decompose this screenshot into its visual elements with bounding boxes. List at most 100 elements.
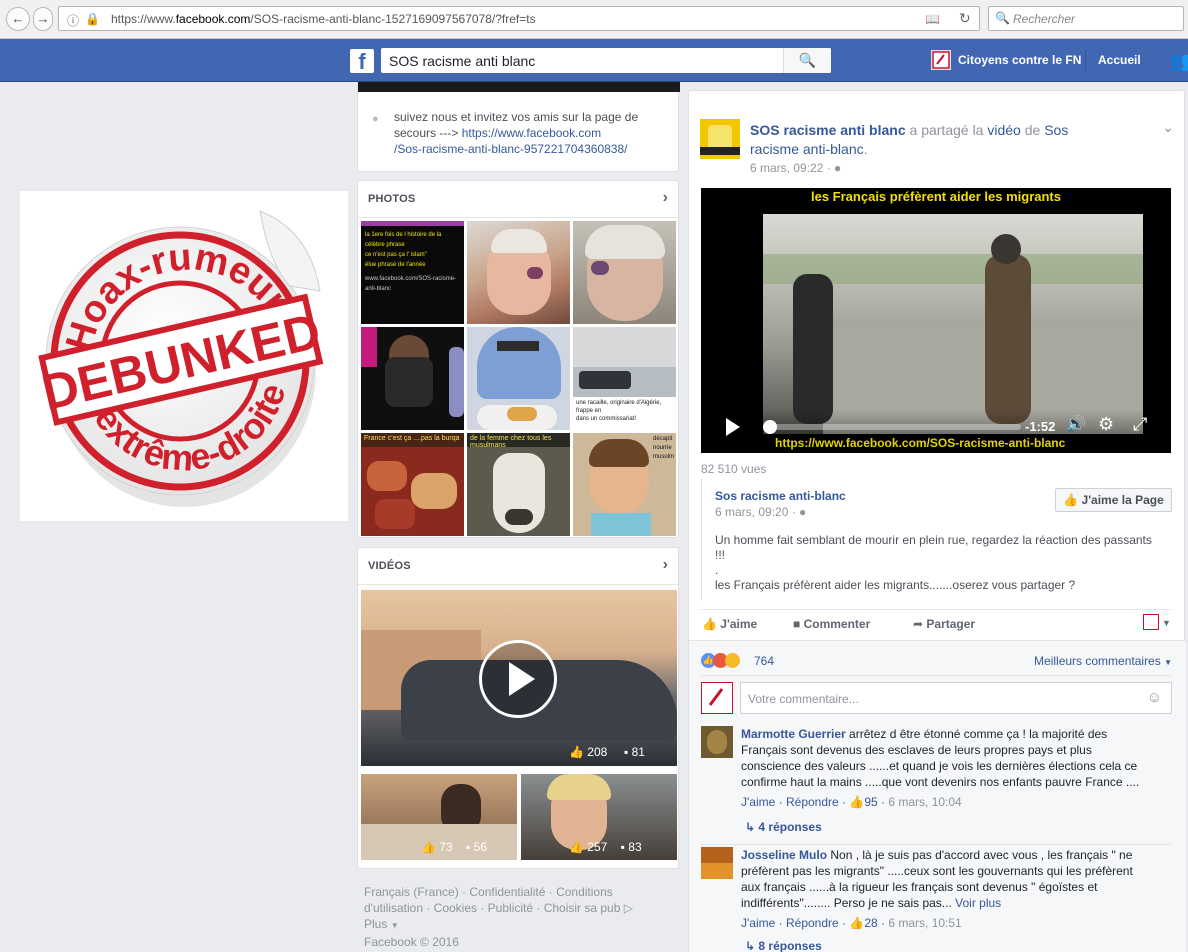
comment-reply-link[interactable]: Répondre (786, 916, 839, 930)
caret-down-icon: ▼ (1164, 658, 1172, 667)
footer-more[interactable]: Plus (364, 917, 387, 931)
about-link-2[interactable]: /Sos-racisme-anti-blanc-957221704360838/ (394, 142, 627, 156)
adchoices-icon[interactable]: ▷ (624, 901, 633, 915)
source-link-2[interactable]: racisme anti-blanc (750, 141, 864, 157)
url-text[interactable]: https://www.facebook.com/SOS-racisme-ant… (111, 12, 536, 26)
comment-like-link[interactable]: J'aime (741, 795, 775, 809)
reload-icon[interactable]: ↻ (959, 10, 971, 27)
comment-like-link[interactable]: J'aime (741, 916, 775, 930)
video-thumbnail[interactable]: 👍 257 ▪ 83 (521, 774, 677, 860)
commenter-name[interactable]: Josseline Mulo (741, 848, 827, 862)
play-button[interactable] (479, 640, 557, 718)
post-time[interactable]: 6 mars, 09:22 (750, 161, 823, 175)
commenter-name[interactable]: Marmotte Guerrier (741, 727, 846, 741)
photo-tile[interactable] (361, 327, 464, 430)
about-link[interactable]: https://www.facebook.com (462, 126, 601, 140)
cover-strip (358, 82, 680, 92)
forward-arrow-icon[interactable]: → (33, 7, 53, 31)
shared-time[interactable]: 6 mars, 09:20 (715, 505, 788, 519)
comment-button[interactable]: ■ Commenter (793, 617, 870, 631)
facebook-search-input[interactable]: SOS racisme anti blanc 🔍 (381, 48, 831, 73)
footer-links[interactable]: Français (France) · Confidentialité · Co… (364, 884, 674, 900)
header-home-link[interactable]: Accueil (1098, 53, 1141, 67)
fullscreen-icon[interactable]: ⤢ (1133, 414, 1147, 435)
post-author[interactable]: SOS racisme anti blanc (750, 122, 906, 138)
emoji-icon[interactable]: ☺ (1147, 689, 1162, 706)
photo-tile[interactable]: de la femme chez tous les musulmans (467, 433, 570, 536)
commenter-avatar[interactable] (701, 847, 733, 879)
comment-likes[interactable]: 95 (864, 795, 877, 809)
like-page-button[interactable]: 👍 J'aime la Page (1055, 488, 1172, 512)
search-value: SOS racisme anti blanc (389, 53, 536, 69)
shared-post: Sos racisme anti-blanc 6 mars, 09:20 · ●… (701, 479, 1172, 601)
like-icon: 👍 (569, 745, 584, 759)
caret-down-icon[interactable]: ▼ (1162, 618, 1171, 628)
composer-avatar (701, 682, 733, 714)
video-scrubber[interactable] (763, 420, 777, 434)
see-more-link[interactable]: Voir plus (955, 896, 1001, 910)
photo-tile[interactable] (467, 221, 570, 324)
chevron-down-icon[interactable]: ⌄ (1162, 119, 1174, 136)
photo-tile[interactable] (573, 221, 676, 324)
video-progress-bar[interactable] (763, 420, 1021, 434)
debunked-sticker-image: Hoax-rumeurs d'extrême-droite DEBUNKED (20, 191, 348, 521)
photo-tile[interactable]: décapit nourrie musulm (573, 433, 676, 536)
comment-text-3: aux français ......à la rigueur les fran… (741, 880, 1098, 894)
comment-likes[interactable]: 28 (864, 916, 877, 930)
facebook-logo-icon[interactable]: f (350, 49, 374, 74)
url-bar[interactable]: ⓘ 🔒 https://www.facebook.com/SOS-racisme… (58, 6, 980, 31)
globe-icon: · ● (826, 161, 842, 175)
post-video[interactable]: les Français préfèrent aider les migrant… (701, 188, 1171, 453)
chevron-right-icon[interactable]: › (663, 189, 668, 207)
search-button[interactable]: 🔍 (783, 48, 831, 73)
footer-links-2[interactable]: d'utilisation · Cookies · Publicité · Ch… (364, 901, 620, 915)
photo-tile[interactable]: une racaille, originaire d'Algérie, frap… (573, 327, 676, 430)
video-likes: 257 (587, 840, 608, 854)
chevron-right-icon[interactable]: › (663, 556, 668, 574)
friends-icon[interactable]: 👥 (1170, 51, 1188, 72)
photo-tile[interactable]: la 1ere fois de l histoire de la célèbre… (361, 221, 464, 324)
view-replies-link[interactable]: 8 réponses (758, 939, 821, 952)
footer: Français (France) · Confidentialité · Co… (364, 884, 674, 950)
page-selector-avatar[interactable] (1143, 614, 1159, 630)
comment-time[interactable]: 6 mars, 10:51 (888, 916, 961, 930)
video-thumbnail[interactable]: 👍 73 ▪ 56 (361, 774, 517, 860)
comment-time[interactable]: 6 mars, 10:04 (888, 795, 961, 809)
comments-area: 👍 764 Meilleurs commentaires ▼ Votre com… (689, 640, 1186, 952)
commenter-avatar[interactable] (701, 726, 733, 758)
page-avatar[interactable] (931, 50, 951, 70)
shared-author[interactable]: Sos racisme anti-blanc (715, 489, 846, 503)
settings-gear-icon[interactable]: ⚙ (1098, 414, 1114, 435)
source-link[interactable]: Sos (1044, 122, 1068, 138)
thumbs-up-icon: 👍 (1063, 493, 1079, 507)
header-page-link[interactable]: Citoyens contre le FN (958, 53, 1081, 67)
volume-icon[interactable]: 🔊 (1066, 414, 1086, 434)
reader-view-icon[interactable]: 📖 (925, 12, 940, 26)
post-text: Un homme fait semblant de mourir en plei… (715, 533, 1152, 547)
video-views: 82 510 vues (701, 462, 767, 476)
sort-comments[interactable]: Meilleurs commentaires ▼ (1034, 654, 1172, 668)
video-link[interactable]: vidéo (987, 122, 1020, 138)
reply-arrow-icon: ↳ (745, 820, 756, 834)
comment-reply-link[interactable]: Répondre (786, 795, 839, 809)
caret-down-icon[interactable]: ▼ (391, 921, 399, 930)
photos-title[interactable]: PHOTOS (368, 193, 415, 205)
view-replies-link[interactable]: 4 réponses (758, 820, 821, 834)
like-icon: 👍 (421, 840, 436, 854)
comment-input[interactable]: Votre commentaire... ☺ (740, 682, 1172, 714)
browser-search-input[interactable]: 🔍 Rechercher (988, 6, 1184, 31)
photo-tile[interactable] (467, 327, 570, 430)
back-arrow-icon[interactable]: ← (6, 7, 30, 31)
facebook-header: f SOS racisme anti blanc 🔍 Citoyens cont… (0, 39, 1188, 82)
videos-title[interactable]: VIDÉOS (368, 560, 411, 572)
page-avatar[interactable] (700, 119, 740, 159)
video-play-icon[interactable] (726, 418, 740, 436)
like-button[interactable]: 👍 J'aime (702, 617, 757, 631)
reactions-count[interactable]: 764 (754, 654, 774, 668)
debunked-stamp-icon: Hoax-rumeurs d'extrême-droite DEBUNKED (37, 210, 326, 507)
main-video-thumbnail[interactable]: 👍 208 ▪ 81 (361, 590, 677, 766)
info-icon[interactable]: ⓘ (67, 12, 79, 29)
reaction-icons[interactable]: 👍 (701, 653, 741, 669)
photo-tile[interactable]: France c'est ça ....pas la burqa (361, 433, 464, 536)
share-button[interactable]: ➦ Partager (913, 617, 975, 631)
